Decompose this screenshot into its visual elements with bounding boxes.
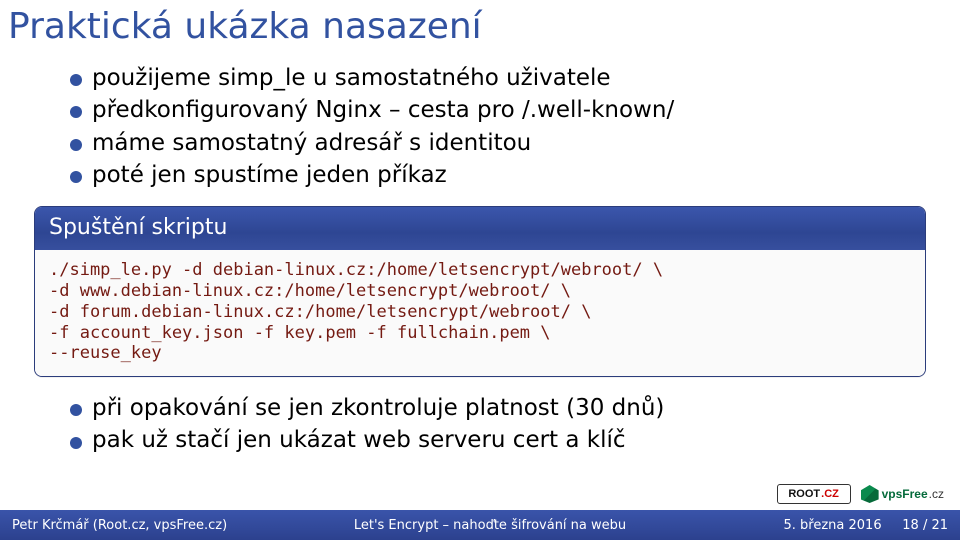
footer-page: 18 / 21 [902,518,948,533]
footer-date: 5. března 2016 [784,518,882,533]
list-item: použijeme simp_le u samostatného uživate… [70,63,930,93]
root-logo-text: ROOT [788,488,820,500]
vpsfree-logo-text: vpsFree [882,487,928,501]
code-box-content: ./simp_le.py -d debian-linux.cz:/home/le… [35,250,925,376]
list-item: pak už stačí jen ukázat web serveru cert… [70,425,930,455]
logo-area: ROOT.CZ vpsFree.cz [777,484,944,504]
footer-author: Petr Krčmář (Root.cz, vpsFree.cz) [0,518,270,533]
footer-title: Let's Encrypt – nahoďte šifrování na web… [270,518,710,533]
footer-right: 5. března 2016 18 / 21 [710,518,960,533]
vpsfree-logo-suffix: .cz [929,487,944,501]
list-item: poté jen spustíme jeden příkaz [70,160,930,190]
list-item: předkonfigurovaný Nginx – cesta pro /.we… [70,95,930,125]
bullet-list-top: použijeme simp_le u samostatného uživate… [70,63,930,190]
root-logo: ROOT.CZ [777,484,851,504]
root-logo-suffix: .CZ [821,488,839,500]
list-item: při opakování se jen zkontroluje platnos… [70,393,930,423]
bullet-list-bottom: při opakování se jen zkontroluje platnos… [70,393,930,456]
footer-bar: Petr Krčmář (Root.cz, vpsFree.cz) Let's … [0,510,960,540]
slide-title: Praktická ukázka nasazení [0,0,960,61]
cube-icon [861,485,879,503]
code-box: Spuštění skriptu ./simp_le.py -d debian-… [34,206,926,377]
list-item: máme samostatný adresář s identitou [70,128,930,158]
vpsfree-logo: vpsFree.cz [861,485,944,503]
code-box-title: Spuštění skriptu [35,207,925,250]
